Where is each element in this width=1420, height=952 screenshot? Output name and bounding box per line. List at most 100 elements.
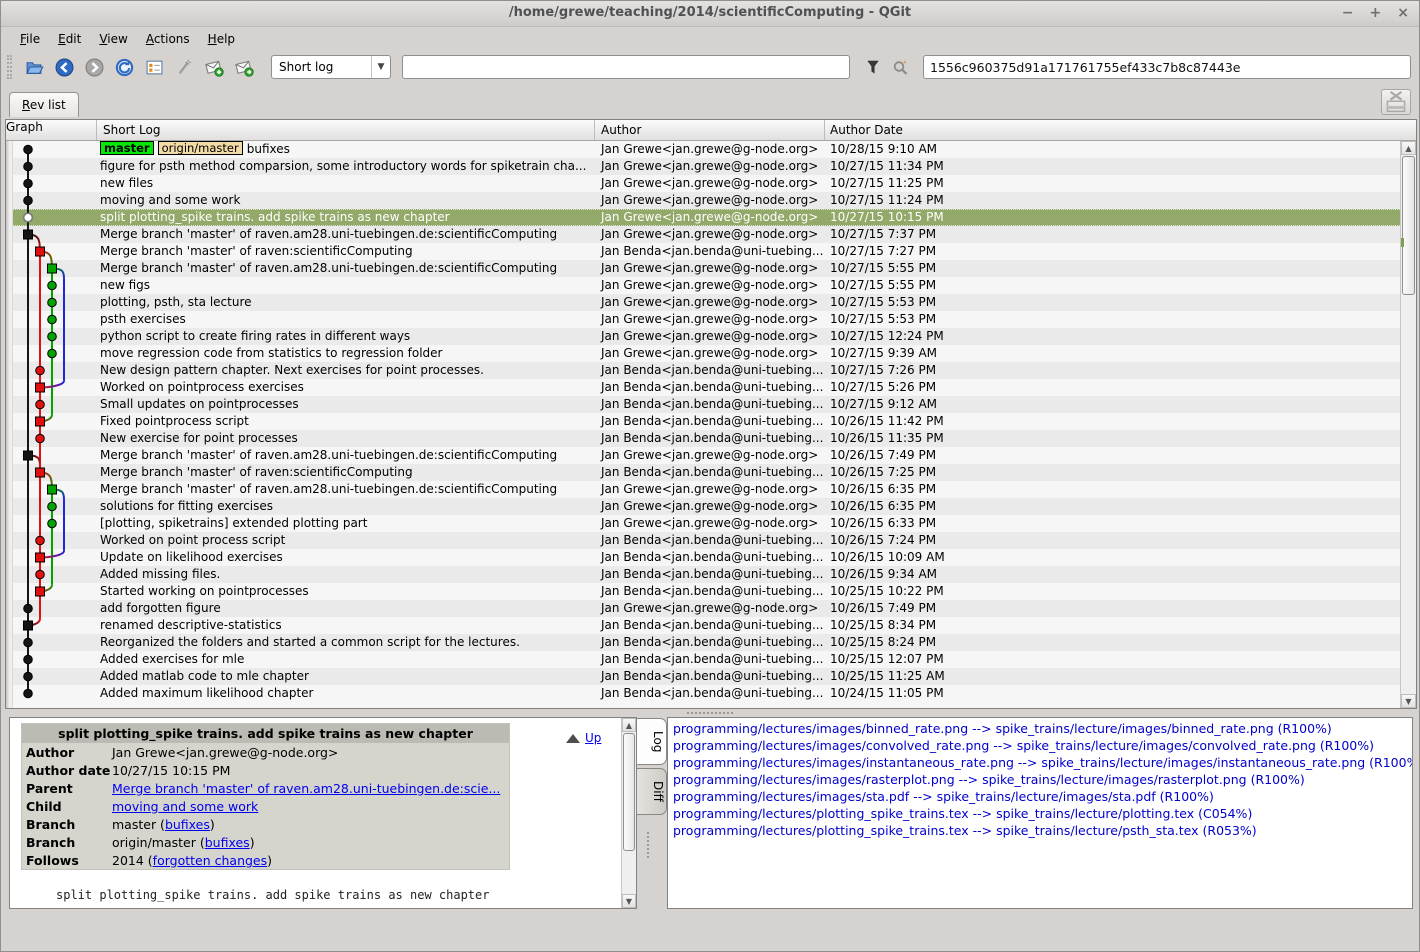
search-input[interactable]	[402, 55, 850, 79]
short-log-cell: Merge branch 'master' of raven.am28.uni-…	[97, 481, 595, 498]
back-button[interactable]	[51, 54, 78, 81]
table-row[interactable]: [plotting, spiketrains] extended plottin…	[6, 515, 1416, 532]
table-row[interactable]: move regression code from statistics to …	[6, 345, 1416, 362]
refresh-button[interactable]	[111, 54, 138, 81]
table-row[interactable]: New design pattern chapter. Next exercis…	[6, 362, 1416, 379]
detach-tab-button[interactable]	[1381, 89, 1411, 115]
scroll-down-arrow-icon[interactable]: ▼	[1401, 694, 1416, 708]
table-row[interactable]: split plotting_spike trains. add spike t…	[6, 209, 1416, 226]
tab-rev-list[interactable]: Rev list	[9, 92, 79, 117]
author-date-cell: 10/24/15 11:05 PM	[825, 685, 1416, 702]
detail-link[interactable]: bufixes	[205, 835, 250, 850]
table-row[interactable]: solutions for fitting exercisesJan Grewe…	[6, 498, 1416, 515]
table-row[interactable]: Reorganized the folders and started a co…	[6, 634, 1416, 651]
table-row[interactable]: Added matlab code to mle chapterJan Bend…	[6, 668, 1416, 685]
column-header-author-date[interactable]: Author Date	[825, 120, 1416, 140]
table-row[interactable]: python script to create firing rates in …	[6, 328, 1416, 345]
table-row[interactable]: Added exercises for mleJan Benda<jan.ben…	[6, 651, 1416, 668]
table-row[interactable]: new filesJan Grewe<jan.grewe@g-node.org>…	[6, 175, 1416, 192]
window-title: /home/grewe/teaching/2014/scientificComp…	[1, 5, 1419, 20]
title-bar[interactable]: /home/grewe/teaching/2014/scientificComp…	[1, 1, 1419, 27]
table-row[interactable]: Merge branch 'master' of raven.am28.uni-…	[6, 226, 1416, 243]
table-row[interactable]: New exercise for point processesJan Bend…	[6, 430, 1416, 447]
table-row[interactable]: Added maximum likelihood chapterJan Bend…	[6, 685, 1416, 702]
forward-button[interactable]	[81, 54, 108, 81]
column-header-graph[interactable]: Graph	[6, 120, 97, 140]
tree-view-button[interactable]	[141, 54, 168, 81]
menu-bar: FileEditViewActionsHelp	[1, 27, 1419, 51]
scroll-up-arrow-icon[interactable]: ▲	[1401, 141, 1416, 155]
table-row[interactable]: Worked on point process scriptJan Benda<…	[6, 532, 1416, 549]
table-row[interactable]: renamed descriptive-statisticsJan Benda<…	[6, 617, 1416, 634]
table-row[interactable]: Added missing files.Jan Benda<jan.benda@…	[6, 566, 1416, 583]
detail-scrollbar[interactable]: ▲ ▼	[621, 718, 636, 908]
maximize-button[interactable]: +	[1370, 4, 1382, 22]
short-log-cell: [plotting, spiketrains] extended plottin…	[97, 515, 595, 532]
table-row[interactable]: Small updates on pointprocessesJan Benda…	[6, 396, 1416, 413]
menu-edit[interactable]: Edit	[49, 29, 90, 49]
table-row[interactable]: Merge branch 'master' of raven.am28.uni-…	[6, 447, 1416, 464]
rev-list-scrollbar[interactable]: ▲ ▼	[1400, 141, 1416, 708]
table-row[interactable]: Started working on pointprocessesJan Ben…	[6, 583, 1416, 600]
menu-help[interactable]: Help	[199, 29, 244, 49]
table-row[interactable]: new figsJan Grewe<jan.grewe@g-node.org>1…	[6, 277, 1416, 294]
menu-view[interactable]: View	[90, 29, 136, 49]
apply-patch-button[interactable]	[201, 54, 228, 81]
author-date-cell: 10/25/15 8:24 PM	[825, 634, 1416, 651]
file-change-row[interactable]: programming/lectures/images/instantaneou…	[673, 754, 1412, 771]
toolbar-drag-handle[interactable]	[7, 55, 12, 79]
detail-scroll-down-icon[interactable]: ▼	[622, 894, 636, 908]
table-row[interactable]: Fixed pointprocess scriptJan Benda<jan.b…	[6, 413, 1416, 430]
vertical-splitter-handle[interactable]	[647, 832, 649, 858]
file-change-row[interactable]: programming/lectures/plotting_spike_trai…	[673, 822, 1412, 839]
up-link[interactable]: Up	[585, 731, 601, 745]
detail-link[interactable]: moving and some work	[112, 799, 258, 814]
tab-diff[interactable]: Diff	[637, 768, 667, 815]
graph-cell	[6, 583, 97, 600]
minimize-button[interactable]: −	[1342, 4, 1354, 22]
table-row[interactable]: Merge branch 'master' of raven:scientifi…	[6, 464, 1416, 481]
detail-scrollbar-thumb[interactable]	[623, 733, 635, 851]
table-row[interactable]: add forgotten figureJan Grewe<jan.grewe@…	[6, 600, 1416, 617]
table-row[interactable]: masterorigin/masterbufixesJan Grewe<jan.…	[6, 141, 1416, 158]
table-row[interactable]: Merge branch 'master' of raven.am28.uni-…	[6, 260, 1416, 277]
horizontal-splitter[interactable]	[1, 709, 1419, 717]
author-cell: Jan Benda<jan.benda@uni-tuebing...	[595, 413, 825, 430]
file-change-row[interactable]: programming/lectures/images/rasterplot.p…	[673, 771, 1412, 788]
file-change-row[interactable]: programming/lectures/images/binned_rate.…	[673, 720, 1412, 737]
table-row[interactable]: Update on likelihood exercisesJan Benda<…	[6, 549, 1416, 566]
graph-cell	[6, 209, 97, 226]
table-row[interactable]: plotting, psth, sta lectureJan Grewe<jan…	[6, 294, 1416, 311]
filter-icon-button[interactable]	[861, 55, 885, 79]
table-row[interactable]: Merge branch 'master' of raven.am28.uni-…	[6, 481, 1416, 498]
file-change-row[interactable]: programming/lectures/plotting_spike_trai…	[673, 805, 1412, 822]
wand-button[interactable]	[171, 54, 198, 81]
column-header-short-log[interactable]: Short Log	[97, 120, 595, 140]
sha-input[interactable]	[923, 55, 1411, 79]
detail-scroll-up-icon[interactable]: ▲	[622, 718, 636, 732]
column-header-author[interactable]: Author	[595, 120, 825, 140]
open-folder-button[interactable]	[21, 54, 48, 81]
menu-actions[interactable]: Actions	[137, 29, 199, 49]
format-patch-button[interactable]	[231, 54, 258, 81]
detail-field-label: Child	[26, 799, 112, 814]
close-button[interactable]: ×	[1397, 4, 1409, 22]
table-row[interactable]: Worked on pointprocess exercisesJan Bend…	[6, 379, 1416, 396]
detail-link[interactable]: forgotten changes	[153, 853, 267, 868]
table-row[interactable]: Merge branch 'master' of raven:scientifi…	[6, 243, 1416, 260]
file-change-row[interactable]: programming/lectures/images/sta.pdf --> …	[673, 788, 1412, 805]
table-row[interactable]: moving and some workJan Grewe<jan.grewe@…	[6, 192, 1416, 209]
author-date-cell: 10/27/15 10:15 PM	[825, 209, 1416, 226]
author-cell: Jan Benda<jan.benda@uni-tuebing...	[595, 617, 825, 634]
tab-log[interactable]: Log	[637, 718, 667, 765]
detail-link[interactable]: Merge branch 'master' of raven.am28.uni-…	[112, 781, 500, 796]
rev-list-scrollbar-thumb[interactable]	[1402, 156, 1415, 295]
graph-cell	[6, 226, 97, 243]
highlight-search-button[interactable]	[888, 55, 912, 79]
file-change-row[interactable]: programming/lectures/images/convolved_ra…	[673, 737, 1412, 754]
table-row[interactable]: psth exercisesJan Grewe<jan.grewe@g-node…	[6, 311, 1416, 328]
table-row[interactable]: figure for psth method comparsion, some …	[6, 158, 1416, 175]
detail-link[interactable]: bufixes	[165, 817, 210, 832]
menu-file[interactable]: File	[11, 29, 49, 49]
view-mode-select[interactable]: Short log ▼	[271, 55, 391, 79]
